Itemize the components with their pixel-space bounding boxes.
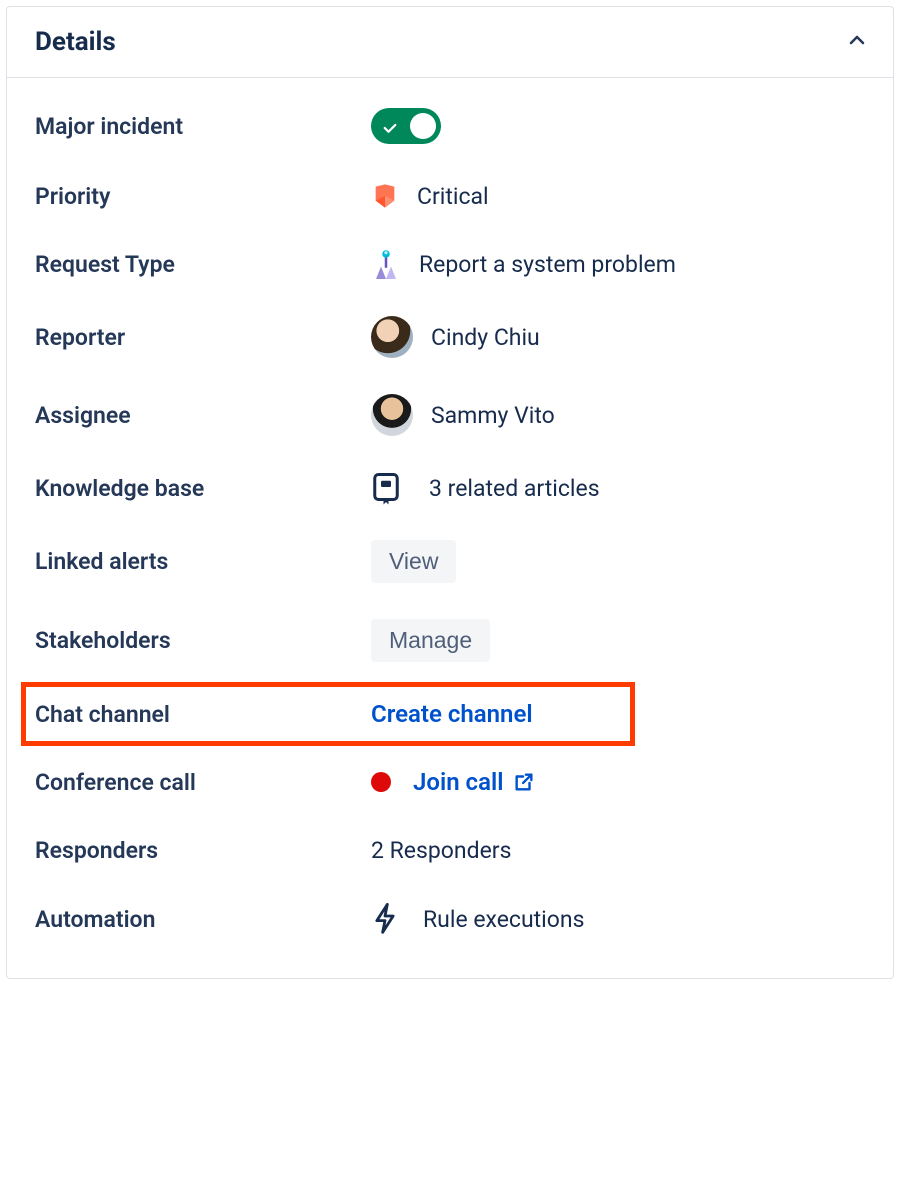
row-reporter: Reporter Cindy Chiu [7,298,893,376]
check-icon [381,116,399,143]
label-assignee: Assignee [35,402,371,429]
priority-text: Critical [417,183,489,210]
book-icon [371,472,401,504]
label-major-incident: Major incident [35,113,371,140]
value-kb[interactable]: 3 related articles [371,472,600,504]
label-conference: Conference call [35,769,371,796]
row-chat-channel: Chat channel Create channel [7,680,893,748]
row-responders: Responders 2 Responders [7,816,893,884]
label-linked-alerts: Linked alerts [35,548,371,575]
label-request-type: Request Type [35,251,371,278]
row-automation: Automation Rule executions [7,884,893,954]
label-reporter: Reporter [35,324,371,351]
reporter-name: Cindy Chiu [431,324,540,351]
row-priority: Priority Critical [7,162,893,230]
join-call-link[interactable]: Join call [413,768,535,796]
live-indicator-icon [371,772,391,792]
responders-text: 2 Responders [371,837,511,864]
reporter-avatar [371,316,413,358]
request-type-text: Report a system problem [419,251,676,278]
request-type-icon [371,249,401,279]
automation-text: Rule executions [423,906,584,933]
value-request-type[interactable]: Report a system problem [371,249,676,279]
value-priority[interactable]: Critical [371,182,489,210]
row-assignee: Assignee Sammy Vito [7,376,893,454]
details-panel: Details Major incident Priority [6,6,894,979]
priority-critical-icon [371,182,399,210]
create-channel-link[interactable]: Create channel [371,700,533,728]
details-header[interactable]: Details [7,7,893,78]
assignee-avatar [371,394,413,436]
chevron-up-icon [845,28,869,56]
label-automation: Automation [35,906,371,933]
label-kb: Knowledge base [35,475,371,502]
manage-button[interactable]: Manage [371,619,490,662]
view-button[interactable]: View [371,540,456,583]
value-assignee[interactable]: Sammy Vito [371,394,555,436]
panel-title: Details [35,27,116,57]
label-stakeholders: Stakeholders [35,627,371,654]
row-linked-alerts: Linked alerts View [7,522,893,601]
kb-text: 3 related articles [429,475,600,502]
lightning-icon [371,902,399,936]
value-automation[interactable]: Rule executions [371,902,584,936]
label-chat-channel: Chat channel [35,701,371,728]
value-reporter[interactable]: Cindy Chiu [371,316,540,358]
assignee-name: Sammy Vito [431,402,555,429]
row-major-incident: Major incident [7,90,893,162]
toggle-knob [410,113,436,139]
row-request-type: Request Type Report a system problem [7,230,893,298]
panel-body: Major incident Priority Critical Requ [7,78,893,978]
label-responders: Responders [35,837,371,864]
external-link-icon [513,771,535,793]
row-stakeholders: Stakeholders Manage [7,601,893,680]
value-responders[interactable]: 2 Responders [371,837,511,864]
major-incident-toggle[interactable] [371,108,441,144]
row-conference-call: Conference call Join call [7,748,893,816]
label-priority: Priority [35,183,371,210]
join-call-text: Join call [413,768,503,796]
row-knowledge-base: Knowledge base 3 related articles [7,454,893,522]
